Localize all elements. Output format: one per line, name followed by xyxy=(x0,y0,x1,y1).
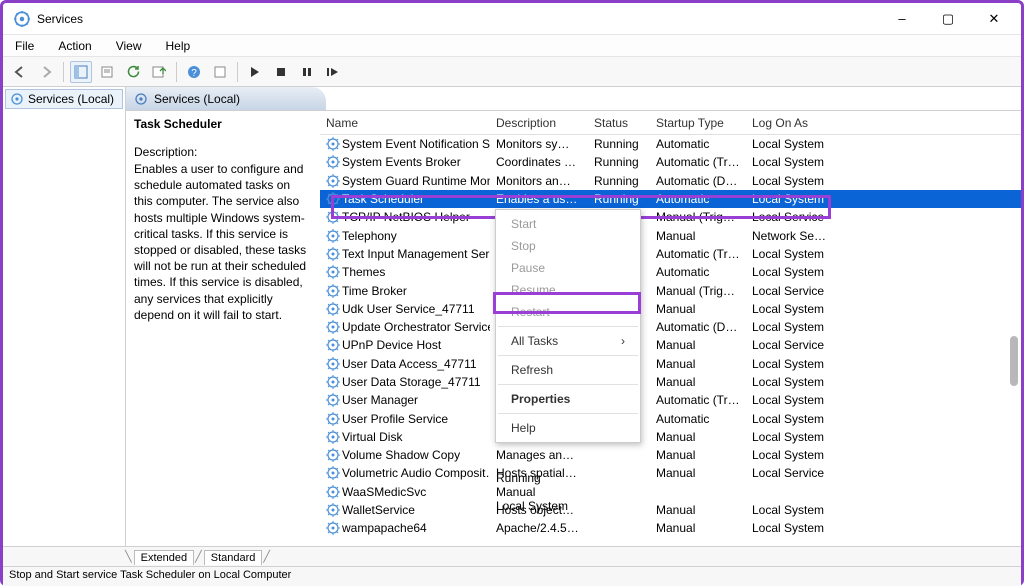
column-header-startup-type[interactable]: Startup Type xyxy=(650,116,746,130)
column-header-log-on-as[interactable]: Log On As xyxy=(746,116,842,130)
tab-extended[interactable]: Extended xyxy=(134,550,194,565)
service-row[interactable]: User Data Access_47711ManualLocal System xyxy=(320,355,1021,373)
service-row[interactable]: Text Input Management Ser…Automatic (Tri… xyxy=(320,245,1021,263)
service-row[interactable]: System Event Notification S…Monitors sy…… xyxy=(320,135,1021,153)
svg-text:?: ? xyxy=(191,68,197,79)
service-row[interactable]: Time BrokerManual (Trigg…Local Service xyxy=(320,281,1021,299)
detail-column: Task Scheduler Description: Enables a us… xyxy=(126,111,320,546)
service-row[interactable]: WalletServiceHosts object…ManualLocal Sy… xyxy=(320,501,1021,519)
context-restart[interactable]: Restart xyxy=(497,301,639,323)
close-button[interactable]: ✕ xyxy=(971,4,1017,34)
context-divider-4 xyxy=(498,413,638,414)
detail-service-name: Task Scheduler xyxy=(134,117,312,131)
toolbar: ? xyxy=(3,57,1021,87)
context-divider-1 xyxy=(498,326,638,327)
list-body: System Event Notification S…Monitors sy…… xyxy=(320,135,1021,538)
pane-header: Services (Local) xyxy=(126,87,326,111)
restart-service-button[interactable] xyxy=(322,61,344,83)
detail-description-text: Enables a user to configure and schedule… xyxy=(134,161,312,323)
help-toolbar-button[interactable]: ? xyxy=(183,61,205,83)
context-properties[interactable]: Properties xyxy=(497,388,639,410)
minimize-button[interactable]: – xyxy=(879,4,925,34)
properties-toolbar-button[interactable] xyxy=(96,61,118,83)
service-row[interactable]: User Data Storage_47711ManualLocal Syste… xyxy=(320,373,1021,391)
maximize-button[interactable]: ▢ xyxy=(925,4,971,34)
gear-icon xyxy=(134,92,148,106)
tree-node-label: Services (Local) xyxy=(28,92,114,106)
service-row[interactable]: UPnP Device HostManualLocal Service xyxy=(320,336,1021,354)
menu-view[interactable]: View xyxy=(112,37,146,55)
chevron-right-icon: › xyxy=(621,334,625,348)
statusbar: Stop and Start service Task Scheduler on… xyxy=(3,566,1021,586)
service-row[interactable]: System Guard Runtime Mon…Monitors an…Run… xyxy=(320,172,1021,190)
list-header-row: Name Description Status Startup Type Log… xyxy=(320,111,1021,135)
services-icon xyxy=(10,92,24,106)
menu-help[interactable]: Help xyxy=(162,37,195,55)
menu-file[interactable]: File xyxy=(11,37,38,55)
console-tree-pane: Services (Local) xyxy=(3,87,126,546)
service-row[interactable]: System Events BrokerCoordinates …Running… xyxy=(320,153,1021,171)
refresh-toolbar-button[interactable] xyxy=(122,61,144,83)
titlebar: Services – ▢ ✕ xyxy=(3,3,1021,35)
column-header-status[interactable]: Status xyxy=(588,116,650,130)
service-row[interactable]: User ManagerAutomatic (Tri…Local System xyxy=(320,391,1021,409)
context-help[interactable]: Help xyxy=(497,417,639,439)
pane-title: Services (Local) xyxy=(154,92,240,106)
context-stop[interactable]: Stop xyxy=(497,235,639,257)
forward-button[interactable] xyxy=(35,61,57,83)
help-toolbar-button-2[interactable] xyxy=(209,61,231,83)
pause-service-button[interactable] xyxy=(296,61,318,83)
back-button[interactable] xyxy=(9,61,31,83)
context-divider-3 xyxy=(498,384,638,385)
service-row[interactable]: wampapache64Apache/2.4.5…ManualLocal Sys… xyxy=(320,519,1021,537)
service-row[interactable]: Task SchedulerEnables a us…RunningAutoma… xyxy=(320,190,1021,208)
show-hide-console-tree-button[interactable] xyxy=(70,61,92,83)
context-pause[interactable]: Pause xyxy=(497,257,639,279)
context-all-tasks[interactable]: All Tasks› xyxy=(497,330,639,352)
stop-service-button[interactable] xyxy=(270,61,292,83)
export-list-button[interactable] xyxy=(148,61,170,83)
start-service-button[interactable] xyxy=(244,61,266,83)
context-refresh[interactable]: Refresh xyxy=(497,359,639,381)
service-list: Name Description Status Startup Type Log… xyxy=(320,111,1021,546)
tree-node-services-local[interactable]: Services (Local) xyxy=(5,89,123,109)
service-row[interactable]: ThemesAutomaticLocal System xyxy=(320,263,1021,281)
context-start[interactable]: Start xyxy=(497,213,639,235)
service-row[interactable]: Volume Shadow CopyManages an…ManualLocal… xyxy=(320,446,1021,464)
menubar: File Action View Help xyxy=(3,35,1021,57)
view-tabs: ╲ Extended ╱ Standard ╱ xyxy=(3,546,1021,566)
column-header-description[interactable]: Description xyxy=(490,116,588,130)
service-row[interactable]: Update Orchestrator ServiceAutomatic (De… xyxy=(320,318,1021,336)
services-app-icon xyxy=(13,10,31,28)
column-header-name[interactable]: Name xyxy=(320,116,490,130)
service-row[interactable]: Virtual DiskProvides ma…ManualLocal Syst… xyxy=(320,428,1021,446)
service-row[interactable]: TCP/IP NetBIOS HelperManual (Trigg…Local… xyxy=(320,208,1021,226)
scrollbar-thumb[interactable] xyxy=(1010,336,1018,386)
context-divider-2 xyxy=(498,355,638,356)
service-row[interactable]: WaaSMedicSvcRunningManualLocal System xyxy=(320,483,1021,501)
window-title: Services xyxy=(37,12,879,26)
detail-description-label: Description: xyxy=(134,145,312,159)
service-row[interactable]: User Profile ServiceAutomaticLocal Syste… xyxy=(320,409,1021,427)
service-row[interactable]: TelephonyManualNetwork Se… xyxy=(320,226,1021,244)
service-row[interactable]: Udk User Service_47711ManualLocal System xyxy=(320,300,1021,318)
context-resume[interactable]: Resume xyxy=(497,279,639,301)
menu-action[interactable]: Action xyxy=(54,37,95,55)
tab-standard[interactable]: Standard xyxy=(204,550,263,565)
context-menu: Start Stop Pause Resume Restart All Task… xyxy=(495,209,641,443)
service-row[interactable]: Volumetric Audio Composit…Hosts spatial…… xyxy=(320,464,1021,482)
